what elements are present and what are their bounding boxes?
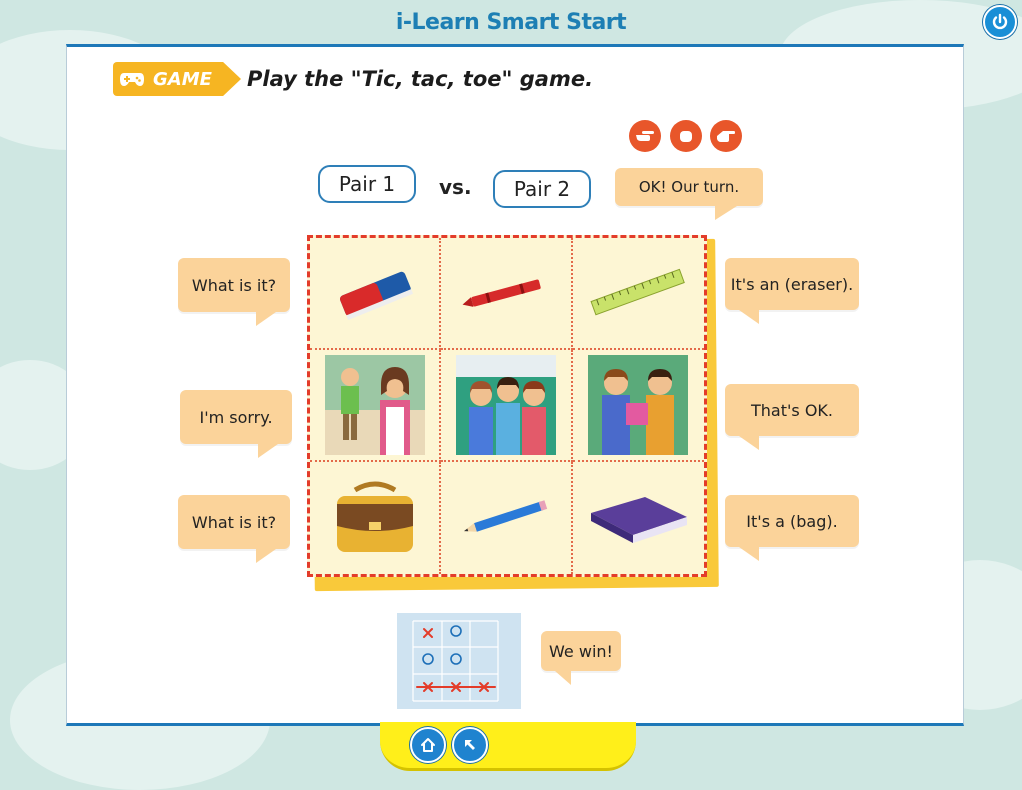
speech-bubble-our-turn: OK! Our turn.: [615, 168, 763, 220]
grid-cell-eraser[interactable]: [310, 238, 442, 350]
speech-bubble-thats-ok: That's OK.: [725, 384, 859, 450]
power-button[interactable]: [983, 5, 1017, 39]
grid-cell-boy-and-mother[interactable]: [310, 350, 442, 462]
speech-bubble-text: What is it?: [191, 512, 277, 532]
speech-bubble-what-is-it-2: What is it?: [178, 495, 290, 563]
back-button[interactable]: [452, 727, 488, 763]
grid-cell-ruler[interactable]: [572, 238, 704, 350]
mini-tic-tac-toe-board: [397, 613, 521, 709]
grid-cell-three-children[interactable]: [441, 350, 573, 462]
back-arrow-icon: [465, 740, 475, 750]
bottom-navigation: [380, 722, 636, 771]
home-button[interactable]: [410, 727, 446, 763]
crayon-picture: [462, 279, 541, 307]
hand-rock-icon: [670, 120, 702, 152]
speech-bubble-we-win: We win!: [541, 631, 621, 685]
game-badge-label: GAME: [153, 68, 212, 90]
grid-cell-bag[interactable]: [310, 462, 442, 574]
speech-bubble-text: What is it?: [191, 275, 277, 295]
vs-label: vs.: [439, 175, 472, 199]
speech-bubble-its-an-eraser: It's an (eraser).: [725, 258, 859, 324]
speech-bubble-text: It's a (bag).: [746, 511, 838, 531]
grid-cell-book[interactable]: [573, 462, 704, 574]
ruler-picture: [590, 268, 686, 316]
tic-tac-toe-board: [307, 235, 719, 592]
home-icon: [421, 738, 435, 752]
game-badge: GAME: [113, 62, 241, 96]
grid-cell-crayon[interactable]: [441, 238, 573, 350]
speech-bubble-text: It's an (eraser).: [730, 274, 854, 294]
pencil-picture: [463, 500, 548, 532]
game-controller-icon: [120, 73, 144, 86]
pair-2-label: Pair 2: [493, 170, 591, 208]
speech-bubble-its-a-bag: It's a (bag).: [725, 495, 859, 561]
bag-picture: [336, 481, 413, 552]
instruction-text: Play the "Tic, tac, toe" game.: [247, 67, 594, 91]
hand-paper-icon: [710, 120, 742, 152]
two-boys-sharing-picture: [588, 355, 689, 455]
eraser-picture: [339, 271, 413, 321]
boy-and-mother-picture: [324, 355, 425, 455]
speech-bubble-text: OK! Our turn.: [638, 178, 740, 196]
hand-scissors-icon: [629, 120, 661, 152]
speech-bubble-text: I'm sorry.: [199, 407, 273, 427]
power-icon: [992, 13, 1008, 30]
activity-panel: GAME Play the "Tic, tac, toe" game. Pair…: [66, 44, 964, 726]
pair-1-label: Pair 1: [318, 165, 416, 203]
speech-bubble-im-sorry: I'm sorry.: [180, 390, 292, 458]
book-picture: [591, 497, 688, 543]
speech-bubble-text: We win!: [549, 641, 613, 661]
app-title: i-Learn Smart Start: [395, 10, 627, 35]
grid-cell-two-boys-sharing[interactable]: [572, 350, 704, 462]
speech-bubble-text: That's OK.: [751, 400, 833, 420]
three-children-picture: [455, 355, 556, 455]
speech-bubble-what-is-it: What is it?: [178, 258, 290, 326]
grid-cell-pencil[interactable]: [441, 462, 573, 574]
